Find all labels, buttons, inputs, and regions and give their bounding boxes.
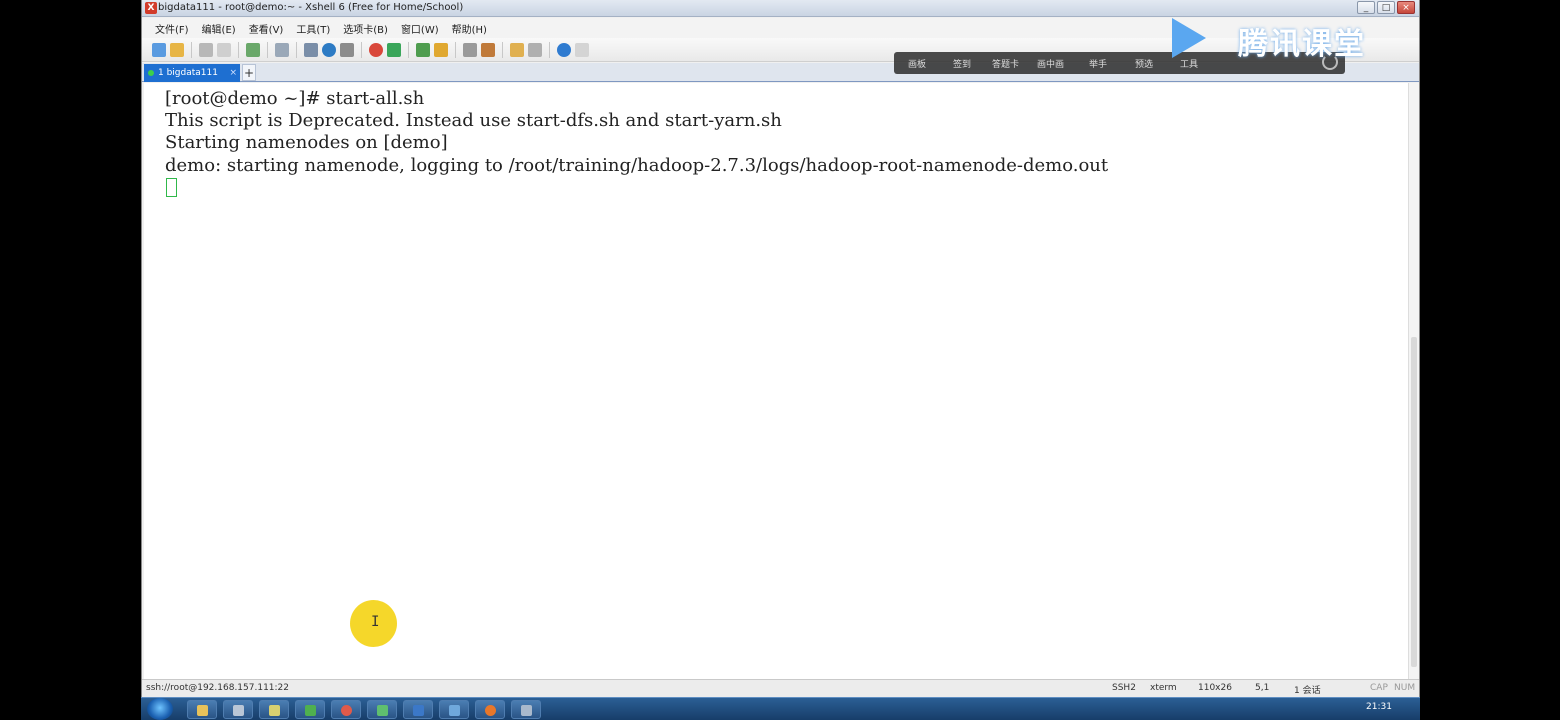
taskbar-app-notes[interactable] [259,700,289,719]
toolbar-separator [361,41,362,58]
status-bar: ssh://root@192.168.157.111:22 SSH2 xterm… [142,679,1419,697]
menu-edit[interactable]: 编辑(E) [202,21,236,36]
maximize-button[interactable]: □ [1377,1,1395,14]
whiteboard-button[interactable]: 画板 [908,57,926,70]
xshell-window: X bigdata111 - root@demo:~ - Xshell 6 (F… [141,0,1420,697]
toolbar-separator [455,41,456,58]
open-folder-icon[interactable] [170,42,184,57]
watermark-text: 腾讯课堂 [1238,27,1366,62]
help-icon[interactable] [557,42,571,57]
script-icon[interactable] [510,42,524,57]
font-icon[interactable] [340,42,354,57]
raise-hand-button[interactable]: 举手 [1089,57,1107,70]
taskbar-app-firefox[interactable] [475,700,505,719]
vm-icon [449,705,460,716]
protocol-label: SSH2 [1112,683,1136,693]
firefox-icon [485,705,496,716]
new-session-icon[interactable] [152,42,166,57]
globe-icon[interactable] [322,42,336,57]
session-count-label: 1 会话 [1294,686,1321,696]
taskbar-app-network[interactable] [367,700,397,719]
taskbar-app-explorer[interactable] [187,700,217,719]
caps-lock-indicator: CAP [1370,683,1388,693]
toolbar-separator [296,41,297,58]
keyboard-icon[interactable] [463,42,477,57]
find-icon[interactable] [275,42,289,57]
toolbar-separator [408,41,409,58]
layout-icon[interactable] [304,42,318,57]
note-icon [269,705,280,716]
taskbar-app-green[interactable] [295,700,325,719]
menu-view[interactable]: 查看(V) [249,21,284,36]
connection-address: ssh://root@192.168.157.111:22 [146,683,290,693]
menu-file[interactable]: 文件(F) [155,21,189,36]
disconnect-icon[interactable] [217,42,231,57]
reconnect-icon[interactable] [199,42,213,57]
taskbar-app-xshell[interactable] [331,700,361,719]
sign-in-button[interactable]: 签到 [953,57,971,70]
num-lock-indicator: NUM [1394,683,1416,693]
taskbar-clock[interactable]: 21:31 [1366,702,1392,712]
terminal-size-label: 110x26 [1198,683,1232,693]
tab-close-icon[interactable]: × [229,64,237,82]
terminal-area[interactable]: [root@demo ~]# start-all.sh This script … [144,83,1409,679]
watermark-logo: 腾讯课堂 [1172,16,1387,62]
toolbar-separator [267,41,268,58]
text-cursor-icon: I [371,614,380,630]
title-bar[interactable]: X bigdata111 - root@demo:~ - Xshell 6 (F… [142,0,1419,17]
minimize-button[interactable]: _ [1357,1,1375,14]
properties-icon[interactable] [246,42,260,57]
taskbar-app-word[interactable] [403,700,433,719]
chat-icon[interactable] [575,42,589,57]
windows-taskbar: 21:31 [141,697,1420,720]
window-controls: _ □ × [1357,1,1415,14]
app-icon [521,705,532,716]
screen: X bigdata111 - root@demo:~ - Xshell 6 (F… [0,0,1560,720]
terminal-cursor [166,178,177,197]
menu-window[interactable]: 窗口(W) [401,21,439,36]
lock-icon[interactable] [434,42,448,57]
taskbar-app-other[interactable] [511,700,541,719]
tab-label: 1 bigdata111 [158,68,218,78]
transfer-icon[interactable] [387,42,401,57]
app-icon [305,705,316,716]
vertical-scrollbar[interactable] [1408,83,1419,679]
close-button[interactable]: × [1397,1,1415,14]
menu-help[interactable]: 帮助(H) [452,21,487,36]
cursor-position-label: 5,1 [1255,683,1270,693]
toolbar-separator [191,41,192,58]
toolbar-separator [549,41,550,58]
picture-in-picture-button[interactable]: 画中画 [1037,57,1064,70]
network-icon [377,705,388,716]
xshell-icon [341,705,352,716]
answer-card-button[interactable]: 答题卡 [992,57,1019,70]
taskbar-app-files[interactable] [223,700,253,719]
terminal-line: Starting namenodes on [demo] [165,132,448,153]
preselect-button[interactable]: 预选 [1135,57,1153,70]
menu-tools[interactable]: 工具(T) [296,21,330,36]
word-icon [413,705,424,716]
fullscreen-icon[interactable] [416,42,430,57]
terminal-line: demo: starting namenode, logging to /roo… [165,155,1109,176]
taskbar-app-vm[interactable] [439,700,469,719]
scrollbar-thumb[interactable] [1411,337,1417,667]
tab-bigdata111[interactable]: 1 bigdata111 × [144,64,240,82]
tile-icon[interactable] [528,42,542,57]
menu-tabs[interactable]: 选项卡(B) [343,21,388,36]
terminal-line: This script is Deprecated. Instead use s… [165,110,782,131]
toolbar-separator [502,41,503,58]
xshell-app-icon: X [145,2,157,14]
folder-icon [197,705,208,716]
add-tab-button[interactable]: + [242,64,256,81]
xftp-icon[interactable] [369,42,383,57]
window-icon [233,705,244,716]
terminal-type-label: xterm [1150,683,1177,693]
play-logo-icon [1172,18,1206,58]
compose-icon[interactable] [481,42,495,57]
start-button[interactable] [147,698,173,720]
toolbar-separator [238,41,239,58]
terminal-line: [root@demo ~]# start-all.sh [165,88,425,109]
connected-status-icon [148,69,154,76]
window-title: bigdata111 - root@demo:~ - Xshell 6 (Fre… [158,2,464,13]
